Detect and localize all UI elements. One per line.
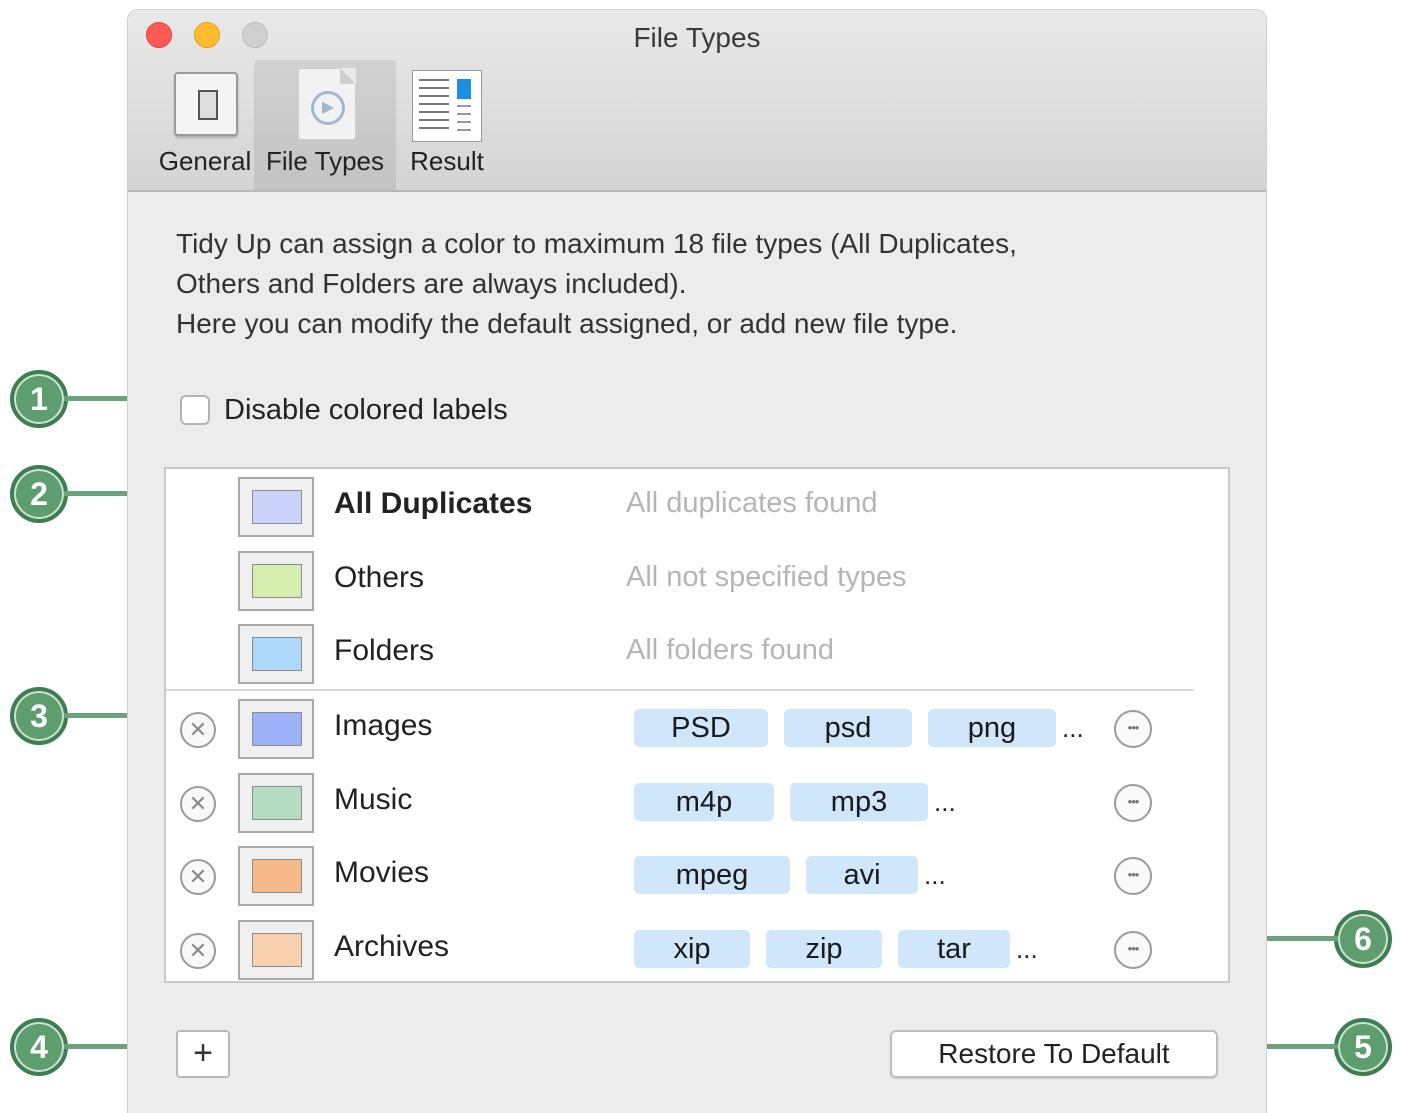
color-swatch: [252, 859, 302, 893]
description-text: Tidy Up can assign a color to maximum 18…: [176, 224, 1236, 344]
more-options-button[interactable]: •••: [1114, 857, 1152, 895]
list-item: Others All not specified types: [166, 545, 1228, 619]
extension-tag: tar: [898, 930, 1010, 968]
more-options-button[interactable]: •••: [1114, 784, 1152, 822]
list-item: Folders All folders found: [166, 618, 1228, 692]
color-well[interactable]: [238, 699, 314, 759]
extension-tags: mpeg avi ...: [634, 856, 946, 894]
type-name: Images: [334, 709, 433, 742]
extension-tags: xip zip tar ...: [634, 930, 1038, 968]
color-swatch: [252, 637, 302, 671]
extension-tag: avi: [806, 856, 918, 894]
list-item: All Duplicates All duplicates found: [166, 471, 1228, 545]
more-extensions-ellipsis: ...: [1062, 713, 1084, 743]
type-description: All not specified types: [626, 561, 907, 593]
type-description: All duplicates found: [626, 487, 878, 519]
preferences-window: File Types General ▶ File Types Result T…: [128, 10, 1266, 1113]
more-extensions-ellipsis: ...: [924, 860, 946, 890]
description-line-3: Here you can modify the default assigned…: [176, 308, 958, 339]
list-item: ✕ Music m4p mp3 ... •••: [166, 767, 1228, 841]
add-type-button[interactable]: +: [176, 1030, 230, 1078]
more-extensions-ellipsis: ...: [1016, 934, 1038, 964]
list-divider: [166, 689, 1194, 691]
list-item: ✕ Movies mpeg avi ... •••: [166, 840, 1228, 914]
extension-tag: mp3: [790, 783, 928, 821]
tab-file-types-label: File Types: [265, 146, 384, 176]
type-name: Music: [334, 783, 413, 816]
type-name: All Duplicates: [334, 487, 533, 520]
tab-result-label: Result: [410, 146, 484, 176]
list-item: ✕ Archives xip zip tar ... •••: [166, 914, 1228, 988]
play-icon: ▶: [311, 91, 345, 125]
general-icon: [174, 72, 238, 136]
list-item: ✕ Images PSD psd png ... •••: [166, 693, 1228, 767]
color-well[interactable]: [238, 773, 314, 833]
callout-6: 6: [1334, 910, 1392, 968]
extension-tags: PSD psd png ...: [634, 709, 1084, 747]
file-types-list: All Duplicates All duplicates found Othe…: [164, 467, 1230, 983]
remove-type-button[interactable]: ✕: [180, 712, 216, 748]
more-options-button[interactable]: •••: [1114, 931, 1152, 969]
description-line-1: Tidy Up can assign a color to maximum 18…: [176, 228, 1017, 259]
type-name: Movies: [334, 856, 430, 889]
description-line-2: Others and Folders are always included).: [176, 268, 687, 299]
disable-colored-labels-row[interactable]: Disable colored labels: [180, 390, 508, 430]
tab-result[interactable]: Result: [398, 60, 496, 190]
window-title: File Types: [633, 22, 761, 53]
callout-1: 1: [10, 370, 68, 428]
extension-tag: m4p: [634, 783, 774, 821]
color-swatch: [252, 490, 302, 524]
tab-general[interactable]: General: [142, 60, 268, 190]
disable-colored-labels-checkbox[interactable]: [180, 395, 210, 425]
color-well[interactable]: [238, 920, 314, 980]
extension-tag: mpeg: [634, 856, 790, 894]
extension-tag: zip: [766, 930, 882, 968]
type-name: Folders: [334, 634, 435, 667]
remove-type-button[interactable]: ✕: [180, 933, 216, 969]
remove-type-button[interactable]: ✕: [180, 859, 216, 895]
remove-type-button[interactable]: ✕: [180, 786, 216, 822]
tab-general-label: General: [158, 146, 252, 176]
color-well[interactable]: [238, 846, 314, 906]
callout-4: 4: [10, 1018, 68, 1076]
color-swatch: [252, 564, 302, 598]
extension-tag: PSD: [634, 709, 768, 747]
extension-tag: psd: [784, 709, 912, 747]
restore-to-default-button[interactable]: Restore To Default: [890, 1030, 1218, 1078]
extension-tag: xip: [634, 930, 750, 968]
color-well[interactable]: [238, 624, 314, 684]
result-icon: [412, 70, 482, 142]
tab-file-types[interactable]: ▶ File Types: [254, 60, 396, 190]
file-types-icon: ▶: [298, 68, 356, 140]
extension-tags: m4p mp3 ...: [634, 783, 956, 821]
type-name: Archives: [334, 930, 450, 963]
disable-colored-labels-label: Disable colored labels: [224, 393, 508, 426]
color-swatch: [252, 933, 302, 967]
more-extensions-ellipsis: ...: [934, 787, 956, 817]
callout-2: 2: [10, 465, 68, 523]
callout-5: 5: [1334, 1018, 1392, 1076]
color-swatch: [252, 712, 302, 746]
type-name: Others: [334, 561, 425, 594]
color-well[interactable]: [238, 551, 314, 611]
color-well[interactable]: [238, 477, 314, 537]
more-options-button[interactable]: •••: [1114, 710, 1152, 748]
extension-tag: png: [928, 709, 1056, 747]
type-description: All folders found: [626, 634, 834, 666]
color-swatch: [252, 786, 302, 820]
callout-3: 3: [10, 687, 68, 745]
title-bar: File Types General ▶ File Types Result: [128, 10, 1266, 192]
